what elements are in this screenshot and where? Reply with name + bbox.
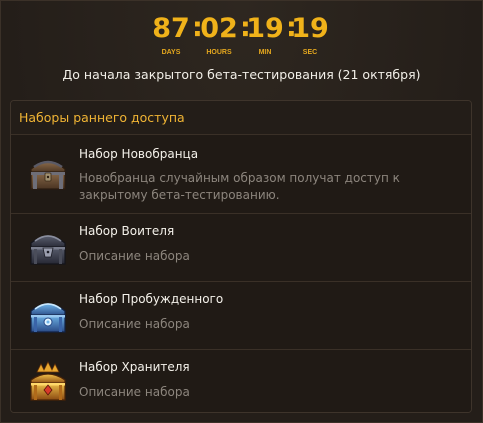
panel-title: Наборы раннего доступа bbox=[11, 101, 471, 135]
countdown-days-value: 87 bbox=[152, 13, 190, 44]
pack-title: Набор Пробужденного bbox=[79, 292, 224, 306]
countdown-hours-value: 02 bbox=[200, 13, 238, 44]
pack-item-awakened[interactable]: Набор Пробужденного Описание набора bbox=[11, 282, 471, 350]
countdown-days: 87 DAYS bbox=[146, 13, 196, 57]
early-access-panel: Наборы раннего доступа Набор Новобранца … bbox=[10, 100, 472, 413]
pack-description: Описание набора bbox=[79, 385, 190, 399]
golden-chest-icon bbox=[25, 360, 71, 406]
countdown-seconds-value: 19 bbox=[291, 13, 329, 44]
wooden-chest-icon bbox=[25, 149, 71, 195]
pack-item-keeper[interactable]: Набор Хранителя Описание набора bbox=[11, 350, 471, 412]
countdown-caption: До начала закрытого бета-тестирования (2… bbox=[62, 67, 421, 82]
pack-description: Описание набора bbox=[79, 249, 190, 263]
countdown-minutes-value: 19 bbox=[246, 13, 284, 44]
pack-item-recruit[interactable]: Набор Новобранца Новобранца случайным об… bbox=[11, 135, 471, 214]
countdown-seconds: 19 SEC bbox=[285, 13, 335, 57]
countdown-hours-label: HOURS bbox=[206, 49, 232, 56]
pack-item-warrior[interactable]: Набор Воителя Описание набора bbox=[11, 214, 471, 282]
countdown-minutes-label: MIN bbox=[258, 49, 272, 56]
countdown-minutes: 19 MIN bbox=[240, 13, 290, 57]
countdown-hours: 02 HOURS bbox=[194, 13, 244, 57]
iron-chest-icon bbox=[25, 224, 71, 270]
pack-description: Описание набора bbox=[79, 317, 190, 331]
crystal-chest-icon bbox=[25, 292, 71, 338]
countdown-days-label: DAYS bbox=[161, 49, 181, 56]
pack-title: Набор Новобранца bbox=[79, 147, 199, 161]
countdown-timer: 87 DAYS : 02 HOURS : 19 MIN : 19 SEC bbox=[0, 13, 483, 59]
pack-title: Набор Хранителя bbox=[79, 360, 190, 374]
pack-description: Новобранца случайным образом получат дос… bbox=[79, 171, 400, 202]
pack-title: Набор Воителя bbox=[79, 224, 175, 238]
countdown-seconds-label: SEC bbox=[302, 49, 318, 56]
